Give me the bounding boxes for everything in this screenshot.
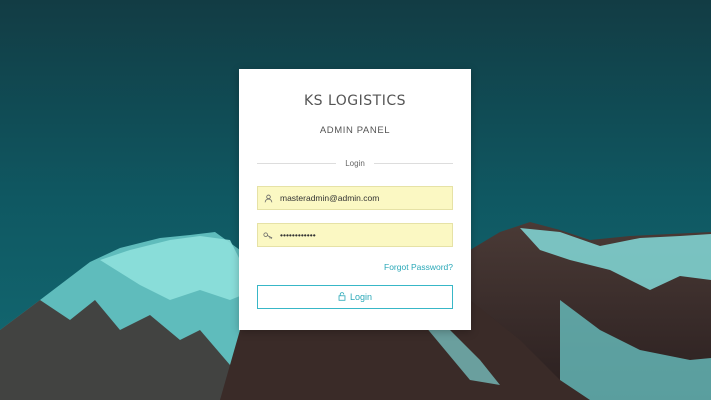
divider-line-left xyxy=(257,162,337,164)
divider-line-right xyxy=(373,162,454,164)
forgot-password-link[interactable]: Forgot Password? xyxy=(384,262,453,272)
lock-icon xyxy=(338,291,346,303)
login-button[interactable]: Login xyxy=(257,285,453,309)
email-field[interactable] xyxy=(257,186,453,210)
brand-title: KS LOGISTICS xyxy=(303,93,407,109)
key-icon xyxy=(258,231,278,240)
email-input[interactable] xyxy=(278,193,450,203)
user-icon xyxy=(258,194,278,203)
panel-subtitle: ADMIN PANEL xyxy=(319,125,391,136)
password-input[interactable] xyxy=(278,230,450,240)
login-button-label: Login xyxy=(349,292,373,302)
login-divider: Login xyxy=(257,158,454,168)
divider-label: Login xyxy=(345,158,365,168)
login-card: KS LOGISTICS ADMIN PANEL Login Forgot Pa… xyxy=(239,69,471,330)
password-field[interactable] xyxy=(257,223,453,247)
